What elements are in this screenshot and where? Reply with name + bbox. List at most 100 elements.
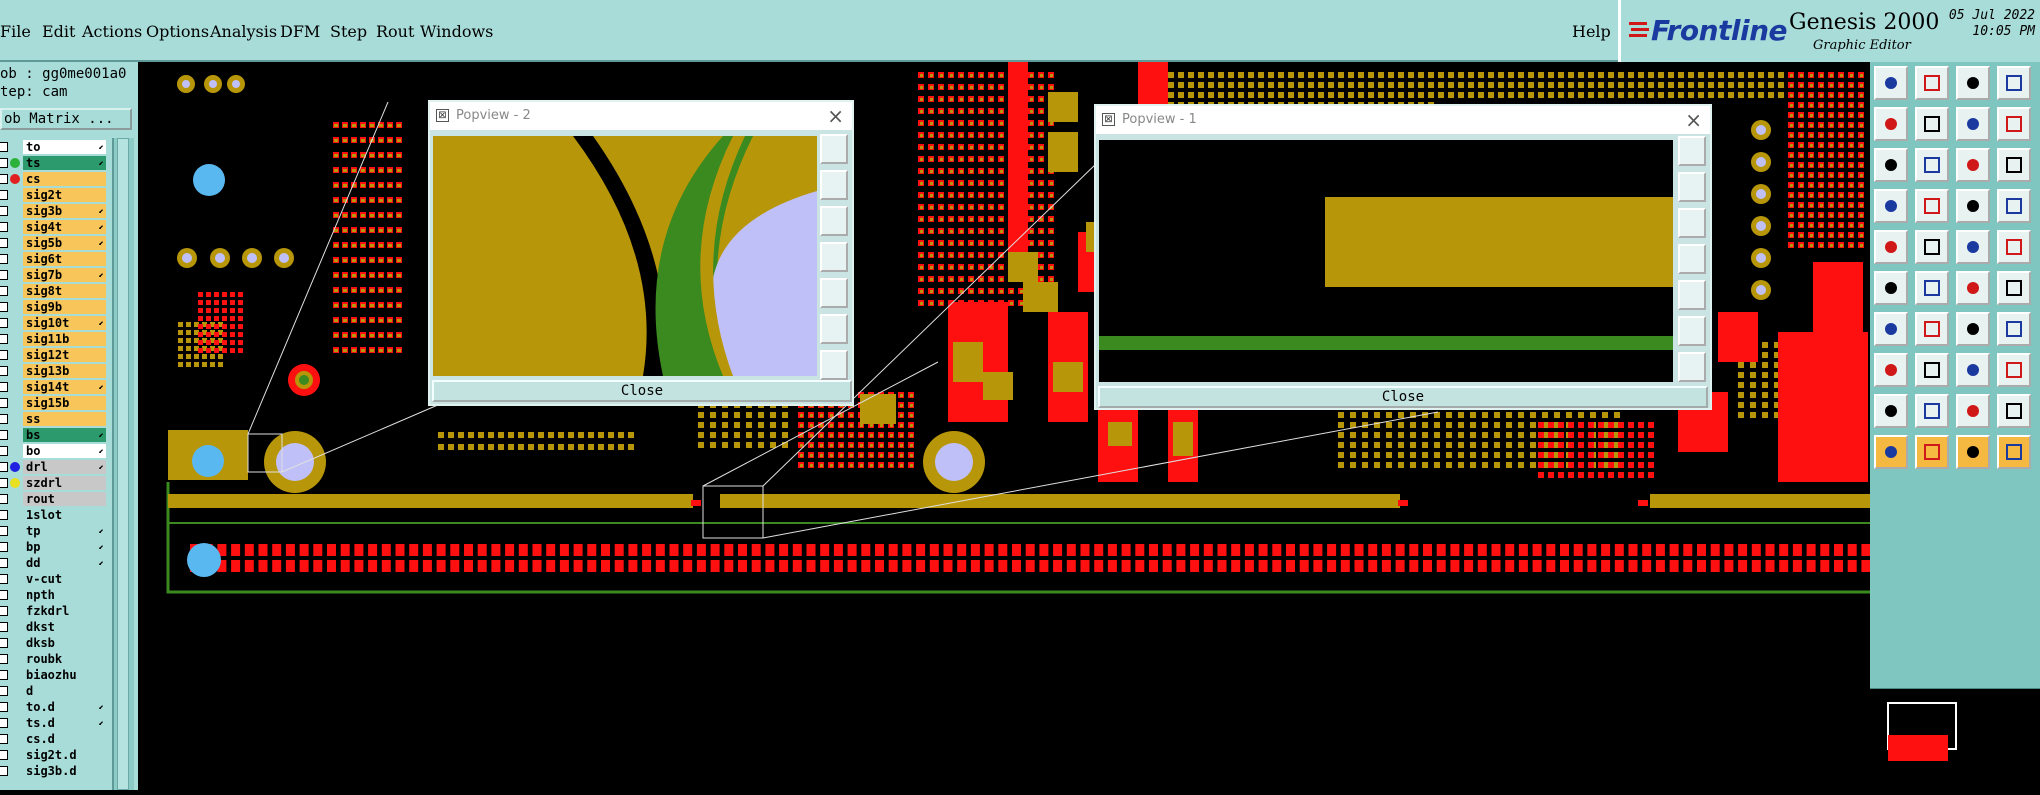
layer-row[interactable]: biaozhu (0, 668, 112, 683)
curve-icon[interactable] (1956, 312, 1990, 346)
layer-checkbox[interactable] (0, 398, 8, 408)
layer-checkbox[interactable] (0, 174, 8, 184)
save-icon[interactable] (1915, 66, 1949, 100)
pad-icon[interactable] (1997, 230, 2031, 264)
triangle4-icon[interactable] (1997, 394, 2031, 428)
layer-name[interactable]: sig7b ⬋ (23, 268, 106, 282)
layer-row[interactable]: sig7b ⬋ (0, 268, 112, 283)
layer-row[interactable]: drl ⬋ (0, 460, 112, 475)
layer-name[interactable]: tp ⬋ (23, 524, 106, 538)
layer-row[interactable]: dd ⬋ (0, 556, 112, 571)
popview-1-view[interactable] (1099, 140, 1673, 382)
layer-row[interactable]: sig8t (0, 284, 112, 299)
layer-row[interactable]: npth (0, 588, 112, 603)
layer-checkbox[interactable] (0, 206, 8, 216)
pointer-icon[interactable] (1874, 435, 1908, 469)
home-icon[interactable] (1956, 66, 1990, 100)
popview-2-titlebar[interactable]: ⊠ Popview - 2 × (430, 102, 852, 130)
layer-row[interactable]: tp ⬋ (0, 524, 112, 539)
layer-name[interactable]: npth (23, 588, 106, 602)
line-icon[interactable] (1956, 230, 1990, 264)
layer-checkbox[interactable] (0, 478, 8, 488)
fp-icon[interactable] (1997, 312, 2031, 346)
layer-name[interactable]: ss (23, 412, 106, 426)
minus-icon[interactable] (1915, 353, 1949, 387)
popview-2-close-button[interactable]: Close (432, 380, 852, 402)
measure-icon[interactable] (1874, 189, 1908, 223)
layer-row[interactable]: bp ⬋ (0, 540, 112, 555)
layer-row[interactable]: sig5b ⬋ (0, 236, 112, 251)
pan-left-icon[interactable] (820, 242, 848, 272)
overview-minimap[interactable] (1870, 688, 2040, 791)
menu-help[interactable]: Help (1572, 22, 1611, 41)
flip-icon[interactable] (1956, 107, 1990, 141)
layer-name[interactable]: 1slot (23, 508, 106, 522)
layer-row[interactable]: cs.d (0, 732, 112, 747)
layer-name[interactable]: roubk (23, 652, 106, 666)
job-matrix-button[interactable]: ob Matrix ... (0, 108, 132, 130)
layer-checkbox[interactable] (0, 734, 8, 744)
zoom-out-icon[interactable] (820, 350, 848, 380)
add-icon[interactable] (1874, 353, 1908, 387)
layer-row[interactable]: dksb (0, 636, 112, 651)
help-icon[interactable] (1997, 148, 2031, 182)
layer-name[interactable]: cs (23, 172, 106, 186)
pan-left-icon[interactable] (1678, 244, 1706, 274)
close-icon[interactable]: × (827, 104, 844, 128)
group-icon[interactable] (1997, 353, 2031, 387)
layer-row[interactable]: bo ⬋ (0, 444, 112, 459)
layer-row[interactable]: fzkdrl (0, 604, 112, 619)
popview-1-close-button[interactable]: Close (1098, 386, 1708, 408)
layer-row[interactable]: cs (0, 172, 112, 187)
pan-up-icon[interactable] (820, 170, 848, 200)
layer-checkbox[interactable] (0, 750, 8, 760)
select-icon[interactable] (1874, 230, 1908, 264)
layer-checkbox[interactable] (0, 382, 8, 392)
layer-name[interactable]: sig14t ⬋ (23, 380, 106, 394)
layer-name[interactable]: sig12t (23, 348, 106, 362)
zoom-fit-icon[interactable] (820, 134, 848, 164)
layer-row[interactable]: ts ⬋ (0, 156, 112, 171)
zoom-in-icon[interactable] (1678, 316, 1706, 346)
layer-checkbox[interactable] (0, 686, 8, 696)
zoom-out-icon[interactable] (1678, 352, 1706, 382)
layer-checkbox[interactable] (0, 670, 8, 680)
layer-checkbox[interactable] (0, 302, 8, 312)
layer-row[interactable]: sig12t (0, 348, 112, 363)
layer-checkbox[interactable] (0, 622, 8, 632)
popview-2-view[interactable] (433, 136, 817, 376)
layer-name[interactable]: sig4t ⬋ (23, 220, 106, 234)
layer-name[interactable]: sig10t ⬋ (23, 316, 106, 330)
layer-checkbox[interactable] (0, 766, 8, 776)
layer-name[interactable]: sig3b.d (23, 764, 106, 778)
layer-name[interactable]: ts ⬋ (23, 156, 106, 170)
zoom-in-icon[interactable] (820, 314, 848, 344)
layer-row[interactable]: sig15b (0, 396, 112, 411)
layer-name[interactable]: biaozhu (23, 668, 106, 682)
layer-row[interactable]: sig14t ⬋ (0, 380, 112, 395)
move-icon[interactable] (1956, 271, 1990, 305)
draw-icon[interactable] (1915, 230, 1949, 264)
fit-icon[interactable] (1874, 148, 1908, 182)
layer-row[interactable]: d (0, 684, 112, 699)
layer-scrollbar-thumb[interactable] (117, 138, 129, 790)
layer-name[interactable]: bo ⬋ (23, 444, 106, 458)
layer-checkbox[interactable] (0, 638, 8, 648)
layer-name[interactable]: sig2t.d (23, 748, 106, 762)
layer-name[interactable]: sig2t (23, 188, 106, 202)
layer-checkbox[interactable] (0, 526, 8, 536)
layer-name[interactable]: dd ⬋ (23, 556, 106, 570)
menu-analysis[interactable]: Analysis (210, 22, 277, 41)
step-in-icon[interactable] (1874, 107, 1908, 141)
layer-checkbox[interactable] (0, 158, 8, 168)
layer-row[interactable]: v-cut (0, 572, 112, 587)
layer-row[interactable]: sig2t.d (0, 748, 112, 763)
menu-options[interactable]: Options (146, 22, 209, 41)
layer-name[interactable]: rout (23, 492, 106, 506)
layer-row[interactable]: bs ⬋ (0, 428, 112, 443)
layer-row[interactable]: sig4t ⬋ (0, 220, 112, 235)
layer-row[interactable]: ss (0, 412, 112, 427)
menu-windows[interactable]: Windows (420, 22, 493, 41)
zoom-fit-icon[interactable] (1678, 136, 1706, 166)
layer-name[interactable]: cs.d (23, 732, 106, 746)
